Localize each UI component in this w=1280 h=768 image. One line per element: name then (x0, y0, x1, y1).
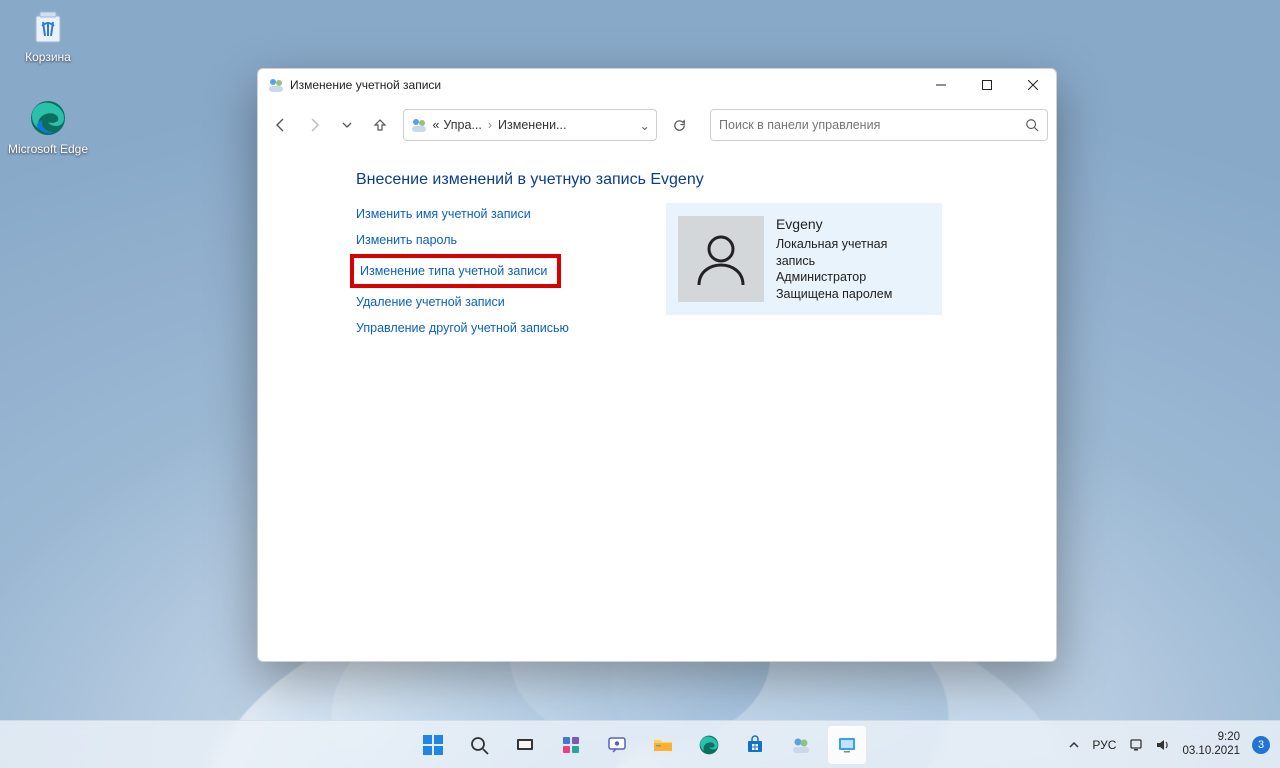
address-bar[interactable]: « Упра... › Изменени... ⌄ (403, 109, 657, 141)
minimize-button[interactable] (918, 69, 964, 101)
link-change-password[interactable]: Изменить пароль (356, 233, 457, 247)
chevron-right-icon: › (486, 118, 494, 132)
page-heading: Внесение изменений в учетную запись Evge… (356, 171, 1030, 189)
network-icon[interactable] (1128, 737, 1144, 753)
tray-overflow-button[interactable] (1068, 739, 1080, 751)
store-button[interactable] (735, 725, 775, 765)
breadcrumb-prefix: « (432, 118, 439, 132)
nav-up-button[interactable] (365, 108, 396, 142)
account-role: Администратор (776, 269, 930, 286)
edge-taskbar-button[interactable] (689, 725, 729, 765)
taskbar-center (413, 725, 867, 765)
file-explorer-button[interactable] (643, 725, 683, 765)
search-icon (1025, 118, 1039, 132)
toolbar: « Упра... › Изменени... ⌄ (258, 101, 1056, 149)
nav-forward-button[interactable] (299, 108, 330, 142)
refresh-button[interactable] (665, 109, 694, 141)
close-button[interactable] (1010, 69, 1056, 101)
account-meta: Evgeny Локальная учетная запись Админист… (776, 215, 930, 303)
input-language[interactable]: РУС (1092, 738, 1116, 752)
link-manage-other-account[interactable]: Управление другой учетной записью (356, 321, 569, 335)
desktop-icon-label: Microsoft Edge (6, 142, 90, 156)
breadcrumb-current[interactable]: Изменени... (498, 118, 566, 132)
titlebar[interactable]: Изменение учетной записи (258, 69, 1056, 101)
system-tray: РУС 9:20 03.10.2021 3 (1068, 731, 1280, 757)
desktop-icon-recycle-bin[interactable]: Корзина (6, 6, 90, 64)
taskbar: РУС 9:20 03.10.2021 3 (0, 720, 1280, 768)
desktop: Корзина Microsoft Edge Изменение учетной… (0, 0, 1280, 768)
search-input[interactable] (719, 118, 1025, 132)
clock[interactable]: 9:20 03.10.2021 (1182, 731, 1240, 757)
link-change-account-type[interactable]: Изменение типа учетной записи (360, 264, 547, 278)
volume-icon[interactable] (1154, 737, 1170, 753)
recycle-bin-icon (28, 6, 68, 46)
start-button[interactable] (413, 725, 453, 765)
account-tile[interactable]: Evgeny Локальная учетная запись Админист… (666, 203, 942, 315)
content-area: Внесение изменений в учетную запись Evge… (258, 149, 1056, 661)
link-rename-account[interactable]: Изменить имя учетной записи (356, 207, 531, 221)
edge-icon (28, 98, 68, 138)
account-kind: Локальная учетная запись (776, 236, 930, 270)
chevron-down-icon[interactable]: ⌄ (640, 118, 650, 133)
avatar (678, 216, 764, 302)
desktop-icon-label: Корзина (6, 50, 90, 64)
taskbar-search-button[interactable] (459, 725, 499, 765)
highlight-box: Изменение типа учетной записи (350, 254, 561, 288)
clock-date: 03.10.2021 (1182, 745, 1240, 758)
account-name: Evgeny (776, 215, 930, 234)
nav-back-button[interactable] (266, 108, 297, 142)
taskbar-app-accounts[interactable] (781, 725, 821, 765)
breadcrumb-root[interactable]: Упра... (443, 118, 481, 132)
clock-time: 9:20 (1182, 731, 1240, 744)
recent-locations-button[interactable] (332, 108, 363, 142)
user-accounts-icon (410, 116, 428, 134)
chat-button[interactable] (597, 725, 637, 765)
control-panel-window: Изменение учетной записи (257, 68, 1057, 662)
widgets-button[interactable] (551, 725, 591, 765)
desktop-icon-edge[interactable]: Microsoft Edge (6, 98, 90, 156)
account-protection: Защищена паролем (776, 286, 930, 303)
window-title: Изменение учетной записи (290, 78, 441, 92)
notifications-badge[interactable]: 3 (1252, 736, 1270, 754)
taskbar-app-control-panel[interactable] (827, 725, 867, 765)
link-delete-account[interactable]: Удаление учетной записи (356, 295, 505, 309)
search-box[interactable] (710, 109, 1048, 141)
task-view-button[interactable] (505, 725, 545, 765)
maximize-button[interactable] (964, 69, 1010, 101)
user-accounts-icon (268, 77, 284, 93)
